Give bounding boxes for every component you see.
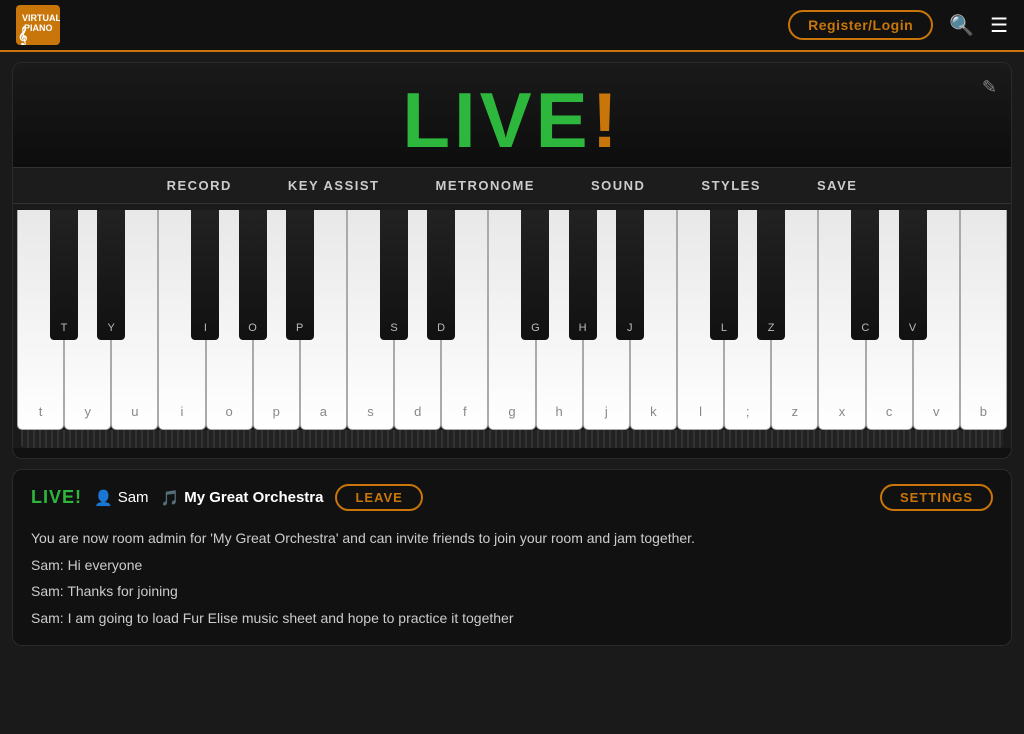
- live-letter-v: V: [480, 76, 536, 164]
- piano-toolbar: RECORD KEY ASSIST METRONOME SOUND STYLES…: [13, 167, 1011, 204]
- black-key-H[interactable]: H: [569, 210, 597, 340]
- black-key-I[interactable]: I: [191, 210, 219, 340]
- chat-live-badge: LIVE!: [31, 487, 82, 508]
- search-icon[interactable]: 🔍: [949, 13, 974, 38]
- chat-message: You are now room admin for 'My Great Orc…: [31, 525, 993, 552]
- piano-keys-wrapper: tyuiopasdfghjkl;zxcvbTYIOPSDGHJLZCV: [13, 204, 1011, 448]
- orchestra-icon: 🎵: [161, 489, 180, 507]
- chat-user: 👤 Sam: [94, 489, 149, 507]
- black-key-C[interactable]: C: [851, 210, 879, 340]
- live-exclamation: !: [592, 76, 622, 164]
- live-title: LIVE!: [13, 81, 1011, 159]
- chat-container: LIVE! 👤 Sam 🎵 My Great Orchestra LEAVE S…: [12, 469, 1012, 646]
- white-key-b[interactable]: b: [960, 210, 1007, 430]
- black-key-J[interactable]: J: [616, 210, 644, 340]
- menu-icon[interactable]: ☰: [990, 13, 1008, 38]
- chat-orchestra: 🎵 My Great Orchestra: [161, 489, 324, 507]
- register-login-button[interactable]: Register/Login: [788, 10, 933, 40]
- piano-bottom-strip: [21, 430, 1003, 448]
- black-key-S[interactable]: S: [380, 210, 408, 340]
- white-keys-row: tyuiopasdfghjkl;zxcvbTYIOPSDGHJLZCV: [17, 210, 1007, 430]
- black-key-T[interactable]: T: [50, 210, 78, 340]
- user-name: Sam: [118, 489, 149, 506]
- orchestra-name: My Great Orchestra: [184, 489, 323, 506]
- chat-messages: You are now room admin for 'My Great Orc…: [31, 525, 993, 631]
- black-key-P[interactable]: P: [286, 210, 314, 340]
- live-letter-l: L: [402, 76, 454, 164]
- logo-icon: VIRTUAL PIANO 𝄞: [16, 5, 60, 45]
- black-key-Z[interactable]: Z: [757, 210, 785, 340]
- key-assist-button[interactable]: KEY ASSIST: [260, 168, 408, 203]
- leave-button[interactable]: LEAVE: [335, 484, 422, 511]
- svg-text:PIANO: PIANO: [24, 23, 53, 33]
- user-icon: 👤: [94, 489, 113, 507]
- styles-button[interactable]: STYLES: [673, 168, 789, 203]
- piano-container: LIVE! ✎ RECORD KEY ASSIST METRONOME SOUN…: [12, 62, 1012, 459]
- black-key-V[interactable]: V: [899, 210, 927, 340]
- logo-area: VIRTUAL PIANO 𝄞: [16, 5, 60, 45]
- header-right: Register/Login 🔍 ☰: [788, 10, 1008, 40]
- edit-icon[interactable]: ✎: [982, 77, 997, 98]
- svg-text:VIRTUAL: VIRTUAL: [22, 13, 60, 23]
- metronome-button[interactable]: METRONOME: [408, 168, 563, 203]
- settings-button[interactable]: SETTINGS: [880, 484, 993, 511]
- header: VIRTUAL PIANO 𝄞 Register/Login 🔍 ☰: [0, 0, 1024, 52]
- black-key-D[interactable]: D: [427, 210, 455, 340]
- record-button[interactable]: RECORD: [139, 168, 260, 203]
- black-key-G[interactable]: G: [521, 210, 549, 340]
- black-key-O[interactable]: O: [239, 210, 267, 340]
- black-key-Y[interactable]: Y: [97, 210, 125, 340]
- live-banner: LIVE! ✎: [13, 63, 1011, 167]
- chat-message: Sam: I am going to load Fur Elise music …: [31, 605, 993, 632]
- chat-message: Sam: Hi everyone: [31, 552, 993, 579]
- live-letter-e: E: [536, 76, 592, 164]
- chat-message: Sam: Thanks for joining: [31, 578, 993, 605]
- live-letter-i: I: [454, 76, 480, 164]
- sound-button[interactable]: SOUND: [563, 168, 673, 203]
- black-key-L[interactable]: L: [710, 210, 738, 340]
- chat-header: LIVE! 👤 Sam 🎵 My Great Orchestra LEAVE S…: [31, 484, 993, 511]
- save-button[interactable]: SAVE: [789, 168, 885, 203]
- svg-text:𝄞: 𝄞: [18, 26, 27, 45]
